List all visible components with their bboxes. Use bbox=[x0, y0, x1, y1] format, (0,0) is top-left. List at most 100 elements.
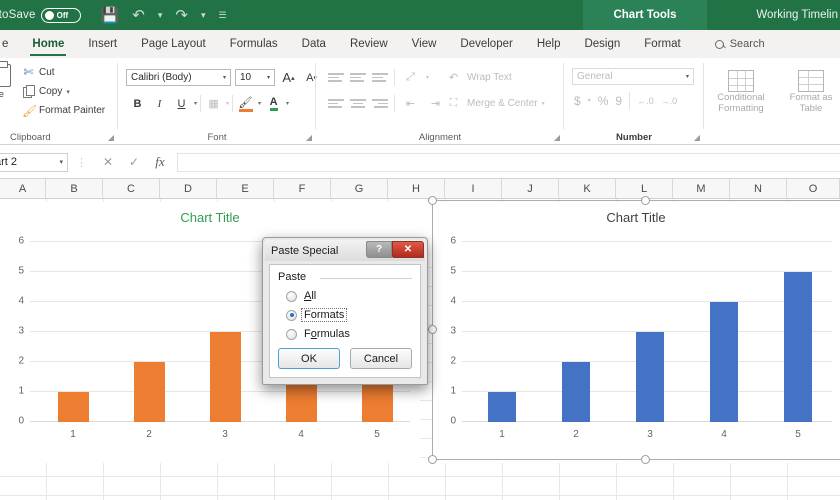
align-middle-icon[interactable] bbox=[350, 71, 366, 85]
bar-left-2[interactable]: 2 bbox=[134, 362, 165, 422]
cancel-button[interactable]: Cancel bbox=[350, 348, 412, 369]
italic-button[interactable]: I bbox=[150, 94, 169, 113]
tab-format[interactable]: Format bbox=[632, 30, 692, 58]
column-header-A[interactable]: A bbox=[0, 179, 46, 198]
wrap-text-label[interactable]: Wrap Text bbox=[467, 72, 512, 83]
chevron-down-icon[interactable]: ▾ bbox=[686, 73, 689, 80]
font-size-input[interactable]: 10 ▾ bbox=[235, 69, 275, 86]
bar-right-1[interactable]: 1 bbox=[488, 392, 516, 422]
format-as-table-button[interactable]: Format as Table bbox=[780, 70, 840, 114]
column-header-I[interactable]: I bbox=[445, 179, 502, 198]
conditional-formatting-button[interactable]: Conditional Formatting bbox=[710, 70, 772, 114]
radio-icon[interactable] bbox=[286, 329, 297, 340]
autosave-control[interactable]: utoSave Off bbox=[0, 8, 81, 23]
column-header-K[interactable]: K bbox=[559, 179, 616, 198]
fill-color-dropdown-icon[interactable]: ▾ bbox=[258, 100, 261, 107]
borders-icon[interactable]: ▦ bbox=[204, 94, 223, 113]
paste-button[interactable]: te bbox=[0, 64, 22, 100]
column-header-M[interactable]: M bbox=[673, 179, 730, 198]
customize-quick-access-icon[interactable]: ☰ bbox=[219, 11, 227, 20]
column-header-G[interactable]: G bbox=[331, 179, 388, 198]
bar-right-5[interactable]: 5 bbox=[784, 272, 812, 422]
autosave-toggle[interactable]: Off bbox=[41, 8, 81, 23]
number-format-select[interactable]: General ▾ bbox=[572, 68, 694, 85]
merge-dropdown-icon[interactable]: ▾ bbox=[542, 100, 545, 107]
chart-blue[interactable]: Chart Title 6 5 4 3 2 1 0 1 2 3 4 5 bbox=[432, 202, 840, 463]
bar-right-2[interactable]: 2 bbox=[562, 362, 590, 422]
increase-indent-icon[interactable]: ⇥ bbox=[426, 94, 445, 113]
bar-right-3[interactable]: 3 bbox=[636, 332, 664, 422]
column-header-D[interactable]: D bbox=[160, 179, 217, 198]
ok-button[interactable]: OK bbox=[278, 348, 340, 369]
font-name-input[interactable]: Calibri (Body) ▾ bbox=[126, 69, 231, 86]
orientation-dropdown-icon[interactable]: ▾ bbox=[426, 74, 429, 81]
tab-help[interactable]: Help bbox=[525, 30, 573, 58]
alignment-dialog-launcher[interactable]: ◢ bbox=[554, 133, 560, 142]
chart-resize-handle-bottom-left[interactable] bbox=[428, 455, 437, 464]
font-color-dropdown-icon[interactable]: ▾ bbox=[286, 100, 289, 107]
radio-option-formats[interactable]: Formats bbox=[286, 309, 412, 321]
align-bottom-icon[interactable] bbox=[372, 71, 388, 85]
column-header-H[interactable]: H bbox=[388, 179, 445, 198]
radio-icon-selected[interactable] bbox=[286, 310, 297, 321]
tab-data[interactable]: Data bbox=[290, 30, 338, 58]
chart-resize-handle-middle-left[interactable] bbox=[428, 325, 437, 334]
help-button[interactable]: ? bbox=[366, 241, 392, 258]
tab-insert[interactable]: Insert bbox=[76, 30, 129, 58]
chevron-down-icon[interactable]: ▾ bbox=[59, 158, 63, 166]
formula-input[interactable] bbox=[177, 153, 840, 172]
chart-resize-handle-bottom-center[interactable] bbox=[641, 455, 650, 464]
borders-dropdown-icon[interactable]: ▾ bbox=[226, 100, 229, 107]
bold-button[interactable]: B bbox=[128, 94, 147, 113]
tab-view[interactable]: View bbox=[400, 30, 449, 58]
align-center-icon[interactable] bbox=[350, 97, 366, 111]
font-color-button[interactable]: A bbox=[264, 94, 283, 113]
currency-format-button[interactable]: $ bbox=[574, 94, 581, 108]
tab-page-layout[interactable]: Page Layout bbox=[129, 30, 218, 58]
align-right-icon[interactable] bbox=[372, 97, 388, 111]
radio-option-formulas[interactable]: Formulas bbox=[286, 328, 412, 340]
chart-resize-handle-top-center[interactable] bbox=[641, 196, 650, 205]
increase-decimal-icon[interactable]: ←.0 bbox=[637, 96, 654, 106]
column-header-E[interactable]: E bbox=[217, 179, 274, 198]
font-dialog-launcher[interactable]: ◢ bbox=[306, 133, 312, 142]
radio-option-all[interactable]: All bbox=[286, 290, 412, 302]
undo-icon[interactable]: ↶ bbox=[132, 8, 145, 23]
tab-home[interactable]: Home bbox=[20, 30, 76, 58]
redo-dropdown-icon[interactable]: ▾ bbox=[201, 11, 206, 20]
currency-dropdown-icon[interactable]: ▾ bbox=[588, 97, 591, 104]
copy-button[interactable]: Copy ▾ bbox=[22, 85, 70, 98]
column-header-O[interactable]: O bbox=[787, 179, 840, 198]
comma-format-button[interactable]: 9 bbox=[615, 94, 622, 108]
insert-function-icon[interactable]: fx bbox=[147, 154, 173, 170]
align-top-icon[interactable] bbox=[328, 71, 344, 85]
tab-file[interactable]: e bbox=[0, 30, 20, 58]
fill-color-button[interactable]: 🖌 bbox=[236, 94, 255, 113]
percent-format-button[interactable]: % bbox=[598, 94, 609, 108]
orientation-icon[interactable]: ⤢ bbox=[401, 68, 420, 87]
radio-icon[interactable] bbox=[286, 291, 297, 302]
column-header-J[interactable]: J bbox=[502, 179, 559, 198]
chevron-down-icon[interactable]: ▾ bbox=[66, 88, 70, 96]
column-header-N[interactable]: N bbox=[730, 179, 787, 198]
chart-resize-handle-top-left[interactable] bbox=[428, 196, 437, 205]
column-header-B[interactable]: B bbox=[46, 179, 103, 198]
align-left-icon[interactable] bbox=[328, 97, 344, 111]
number-dialog-launcher[interactable]: ◢ bbox=[694, 133, 700, 142]
bar-left-3[interactable]: 3 bbox=[210, 332, 241, 422]
save-icon[interactable]: 💾 bbox=[101, 8, 120, 23]
column-header-F[interactable]: F bbox=[274, 179, 331, 198]
clipboard-dialog-launcher[interactable]: ◢ bbox=[108, 133, 114, 142]
enter-icon[interactable]: ✓ bbox=[121, 155, 147, 169]
tab-developer[interactable]: Developer bbox=[448, 30, 524, 58]
bar-right-4[interactable]: 4 bbox=[710, 302, 738, 422]
tab-formulas[interactable]: Formulas bbox=[218, 30, 290, 58]
tab-design[interactable]: Design bbox=[572, 30, 632, 58]
search-box[interactable]: Search bbox=[715, 38, 765, 50]
decrease-indent-icon[interactable]: ⇤ bbox=[401, 94, 420, 113]
chevron-down-icon[interactable]: ▾ bbox=[267, 74, 270, 81]
close-icon[interactable]: ✕ bbox=[392, 241, 424, 258]
bar-left-1[interactable]: 1 bbox=[58, 392, 89, 422]
redo-icon[interactable]: ↷ bbox=[175, 8, 188, 23]
merge-center-label[interactable]: Merge & Center bbox=[467, 98, 538, 109]
